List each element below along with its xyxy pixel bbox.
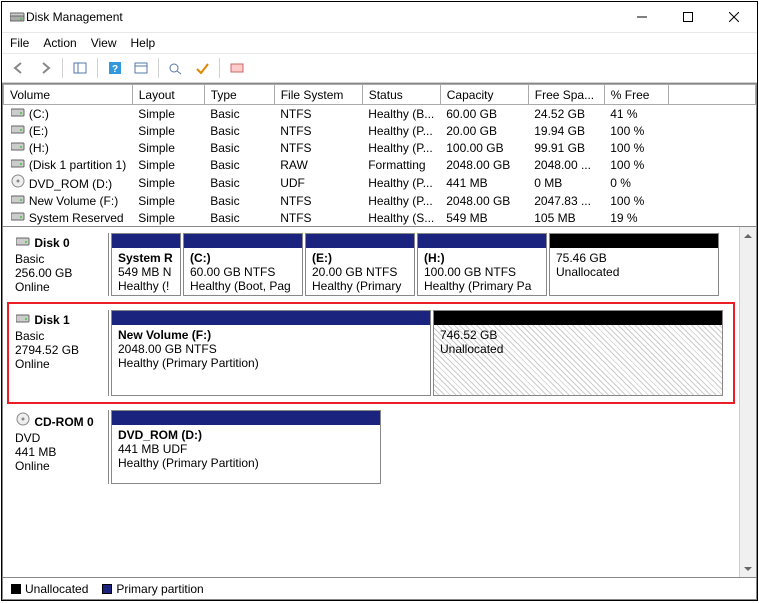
- partition[interactable]: 746.52 GBUnallocated: [433, 310, 723, 396]
- disk-info: CD-ROM 0DVD441 MBOnline: [9, 410, 109, 484]
- partition-body: (C:)60.00 GB NTFSHealthy (Boot, Pag: [184, 248, 302, 294]
- toolbar-separator: [158, 58, 159, 78]
- disk-info: Disk 1Basic2794.52 GBOnline: [9, 310, 109, 396]
- properties-button[interactable]: [191, 57, 213, 79]
- partition[interactable]: (C:)60.00 GB NTFSHealthy (Boot, Pag: [183, 233, 303, 296]
- legend-swatch: [102, 584, 112, 594]
- volume-row[interactable]: New Volume (F:)SimpleBasicNTFSHealthy (P…: [4, 192, 756, 209]
- partition-body: DVD_ROM (D:)441 MB UDFHealthy (Primary P…: [112, 425, 380, 483]
- volume-row[interactable]: System ReservedSimpleBasicNTFSHealthy (S…: [4, 209, 756, 226]
- maximize-button[interactable]: [665, 2, 711, 32]
- partition-color-bar: [418, 234, 546, 248]
- toolbar: ?: [2, 54, 757, 83]
- toolbar-separator: [219, 58, 220, 78]
- partition-color-bar: [434, 311, 722, 325]
- toolbar-separator: [62, 58, 63, 78]
- hdd-icon: [10, 157, 26, 171]
- svg-text:?: ?: [112, 64, 118, 75]
- disk-map[interactable]: Disk 0Basic256.00 GBOnlineSystem R549 MB…: [3, 227, 739, 577]
- partition[interactable]: DVD_ROM (D:)441 MB UDFHealthy (Primary P…: [111, 410, 381, 484]
- partition[interactable]: (E:)20.00 GB NTFSHealthy (Primary: [305, 233, 415, 296]
- help-button[interactable]: ?: [104, 57, 126, 79]
- scroll-up-arrow[interactable]: [740, 227, 756, 244]
- partition-container: DVD_ROM (D:)441 MB UDFHealthy (Primary P…: [109, 410, 733, 484]
- menu-action[interactable]: Action: [43, 36, 76, 50]
- partition-body: 746.52 GBUnallocated: [434, 325, 722, 395]
- volume-list[interactable]: VolumeLayoutTypeFile SystemStatusCapacit…: [3, 84, 756, 227]
- column-header[interactable]: Free Spa...: [528, 85, 604, 105]
- partition-container: New Volume (F:)2048.00 GB NTFSHealthy (P…: [109, 310, 733, 396]
- partition-body: (H:)100.00 GB NTFSHealthy (Primary Pa: [418, 248, 546, 294]
- hdd-icon: [15, 312, 31, 326]
- cd-icon: [10, 174, 26, 188]
- volume-row[interactable]: (Disk 1 partition 1)SimpleBasicRAWFormat…: [4, 156, 756, 173]
- partition-color-bar: [550, 234, 718, 248]
- partition-color-bar: [112, 234, 180, 248]
- toolbar-separator: [97, 58, 98, 78]
- menu-bar: File Action View Help: [2, 33, 757, 54]
- disk-row[interactable]: Disk 1Basic2794.52 GBOnlineNew Volume (F…: [9, 304, 733, 402]
- partition-body: New Volume (F:)2048.00 GB NTFSHealthy (P…: [112, 325, 430, 395]
- partition-body: (E:)20.00 GB NTFSHealthy (Primary: [306, 248, 414, 294]
- partition-color-bar: [112, 411, 380, 425]
- hdd-icon: [10, 210, 26, 224]
- refresh-button[interactable]: [130, 57, 152, 79]
- show-hide-tree-button[interactable]: [69, 57, 91, 79]
- window-controls: [619, 2, 757, 32]
- column-header[interactable]: Status: [362, 85, 440, 105]
- minimize-button[interactable]: [619, 2, 665, 32]
- menu-view[interactable]: View: [91, 36, 117, 50]
- column-header[interactable]: Layout: [132, 85, 204, 105]
- main-window: Disk Management File Action View Help ? Vol…: [1, 1, 758, 601]
- partition-color-bar: [306, 234, 414, 248]
- title-bar[interactable]: Disk Management: [2, 2, 757, 33]
- back-button[interactable]: [8, 57, 30, 79]
- column-header[interactable]: Type: [204, 85, 274, 105]
- partition-container: System R549 MB NHealthy (!(C:)60.00 GB N…: [109, 233, 733, 296]
- column-header[interactable]: % Free: [604, 85, 668, 105]
- forward-button[interactable]: [34, 57, 56, 79]
- close-button[interactable]: [711, 2, 757, 32]
- cd-icon: [15, 412, 31, 426]
- hdd-icon: [10, 193, 26, 207]
- column-header[interactable]: Volume: [4, 85, 133, 105]
- partition-color-bar: [112, 311, 430, 325]
- app-icon: [10, 10, 26, 24]
- volume-row[interactable]: (H:)SimpleBasicNTFSHealthy (P...100.00 G…: [4, 139, 756, 156]
- list-button[interactable]: [165, 57, 187, 79]
- partition-color-bar: [184, 234, 302, 248]
- disk-map-wrap: Disk 0Basic256.00 GBOnlineSystem R549 MB…: [3, 227, 756, 577]
- partition[interactable]: System R549 MB NHealthy (!: [111, 233, 181, 296]
- disk-info: Disk 0Basic256.00 GBOnline: [9, 233, 109, 296]
- legend-item: Primary partition: [102, 582, 203, 596]
- column-header[interactable]: File System: [274, 85, 362, 105]
- legend-swatch: [11, 584, 21, 594]
- legend: Unallocated Primary partition: [3, 577, 756, 599]
- hdd-icon: [10, 140, 26, 154]
- menu-file[interactable]: File: [10, 36, 29, 50]
- legend-item: Unallocated: [11, 582, 88, 596]
- disk-row[interactable]: Disk 0Basic256.00 GBOnlineSystem R549 MB…: [9, 233, 733, 296]
- action-button[interactable]: [226, 57, 248, 79]
- vertical-scrollbar[interactable]: [739, 227, 756, 577]
- window-title: Disk Management: [26, 10, 619, 24]
- menu-help[interactable]: Help: [131, 36, 156, 50]
- disk-row[interactable]: CD-ROM 0DVD441 MBOnlineDVD_ROM (D:)441 M…: [9, 410, 733, 484]
- hdd-icon: [15, 235, 31, 249]
- content-area: VolumeLayoutTypeFile SystemStatusCapacit…: [2, 83, 757, 600]
- scroll-down-arrow[interactable]: [740, 560, 756, 577]
- hdd-icon: [10, 106, 26, 120]
- partition[interactable]: (H:)100.00 GB NTFSHealthy (Primary Pa: [417, 233, 547, 296]
- volume-row[interactable]: (C:)SimpleBasicNTFSHealthy (B...60.00 GB…: [4, 105, 756, 123]
- volume-row[interactable]: (E:)SimpleBasicNTFSHealthy (P...20.00 GB…: [4, 122, 756, 139]
- partition[interactable]: 75.46 GBUnallocated: [549, 233, 719, 296]
- column-header[interactable]: Capacity: [440, 85, 528, 105]
- volume-row[interactable]: DVD_ROM (D:)SimpleBasicUDFHealthy (P...4…: [4, 173, 756, 192]
- hdd-icon: [10, 123, 26, 137]
- partition-body: 75.46 GBUnallocated: [550, 248, 718, 294]
- partition-body: System R549 MB NHealthy (!: [112, 248, 180, 294]
- partition[interactable]: New Volume (F:)2048.00 GB NTFSHealthy (P…: [111, 310, 431, 396]
